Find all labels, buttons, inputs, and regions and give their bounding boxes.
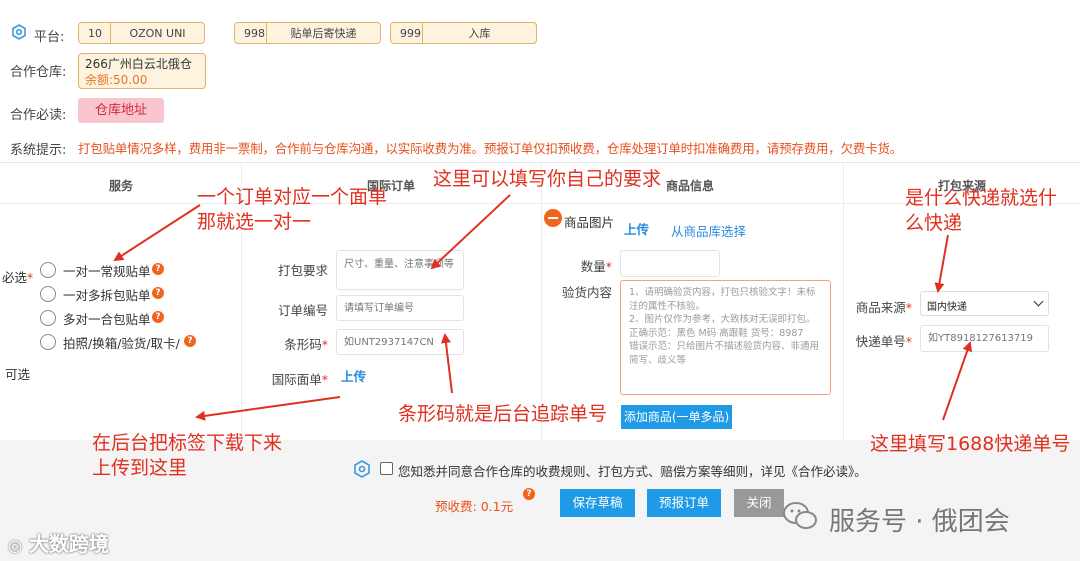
optional-label: 可选 [5, 367, 31, 382]
radio-many-to-one[interactable] [40, 310, 56, 326]
order-number-label: 订单编号 [277, 303, 328, 318]
order-number-input[interactable] [336, 295, 464, 321]
column-header-product: 商品信息 [666, 179, 715, 193]
verify-hint-line: 2、图片仅作为参考，大致核对无误即打包。 [629, 314, 816, 325]
product-image-upload-link[interactable]: 上传 [624, 219, 649, 238]
system-note-label: 系统提示: [10, 143, 67, 158]
chip-text: 贴单后寄快递 [290, 27, 357, 40]
annotation-upload-label: 在后台把标签下载下来 上传到这里 [92, 432, 283, 479]
prepaid-fee: 预收费: 0.1元 [435, 499, 514, 514]
radio-extra-services[interactable] [40, 334, 56, 350]
quantity-label: 数量* [580, 259, 612, 274]
tracking-label: 快递单号* [855, 334, 912, 349]
radio-one-to-one[interactable] [40, 262, 56, 278]
barcode-label: 条形码* [284, 337, 328, 352]
tracking-number-input[interactable] [920, 325, 1049, 352]
option-extra-services: 拍照/换箱/验货/取卡/ [63, 336, 180, 351]
quantity-input[interactable] [620, 250, 720, 277]
intl-label-upload-link[interactable]: 上传 [341, 366, 366, 385]
chip-text: 入库 [468, 27, 491, 40]
submit-order-button[interactable]: 预报订单 [647, 489, 721, 517]
chip-num: 10 [79, 23, 111, 43]
option-many-to-one: 多对一合包贴单 [63, 312, 151, 327]
annotation-express-type: 是什么快递就选什 么快递 [905, 187, 1058, 234]
verify-content-textarea[interactable]: 1、请明确验货内容，打包只核验文字！未标注的属性不核验。 2、图片仅作为参考，大… [620, 280, 831, 395]
product-image-label: 商品图片 [564, 215, 615, 230]
column-header-service: 服务 [109, 179, 134, 193]
chip-num: 998 [235, 23, 267, 43]
warehouse-label: 合作仓库: [10, 65, 67, 80]
agreement-checkbox[interactable] [380, 462, 393, 475]
platform-icon [12, 24, 26, 40]
top-band [0, 0, 1080, 18]
barcode-input[interactable] [336, 329, 464, 355]
add-product-button[interactable]: 添加商品(一单多品) [621, 405, 732, 429]
intl-label-label: 国际面单* [271, 372, 328, 387]
warehouse-balance: 余额:50.00 [85, 73, 148, 87]
source-label: 商品来源* [855, 300, 912, 315]
required-label: 必选* [2, 270, 34, 285]
collapse-icon[interactable] [544, 209, 562, 227]
source-select-value: 国内快递 [927, 302, 967, 313]
source-select[interactable]: 国内快递 [920, 291, 1049, 316]
help-icon[interactable]: ? [152, 263, 164, 275]
platform-chip-inbound[interactable]: 999 入库 [390, 22, 537, 44]
column-divider [541, 163, 542, 441]
platform-chip-ozon[interactable]: 10 OZON UNI [78, 22, 205, 44]
column-divider [843, 163, 844, 441]
must-read-label: 合作必读: [10, 108, 67, 123]
verify-hint-line: 1、请明确验货内容，打包只核验文字！未标注的属性不核验。 [629, 287, 816, 312]
chip-num: 999 [391, 23, 423, 43]
warehouse-address-button[interactable]: 仓库地址 [78, 98, 164, 123]
fee-help-icon[interactable]: ? [523, 488, 535, 500]
warehouse-card[interactable]: 266广州白云北俄仓 余额:50.00 [78, 53, 206, 89]
help-icon[interactable]: ? [152, 287, 164, 299]
option-one-to-many: 一对多拆包贴单 [63, 288, 151, 303]
chevron-down-icon [1033, 296, 1044, 307]
radio-one-to-many[interactable] [40, 286, 56, 302]
verify-hint-line: 错误示范：只给图片不描述验货内容、非通用简写、歧义等 [629, 341, 820, 366]
annotation-requirements: 这里可以填写你自己的要求 [433, 168, 662, 190]
save-draft-button[interactable]: 保存草稿 [560, 489, 635, 517]
pack-requirement-input[interactable] [336, 250, 464, 290]
system-note: 打包贴单情况多样，费用非一票制，合作前与仓库沟通，以实际收费为准。预报订单仅扣预… [78, 141, 903, 156]
verify-hint-line: 正确示范：黑色 M码 高跟鞋 货号：8987 [629, 327, 804, 339]
wechat-icon [783, 502, 817, 529]
agreement-icon [354, 460, 370, 478]
verify-label: 验货内容 [561, 285, 612, 300]
chip-text: OZON UNI [129, 26, 186, 40]
help-icon[interactable]: ? [152, 311, 164, 323]
choose-from-library-link[interactable]: 从商品库选择 [671, 221, 746, 240]
warehouse-name: 266广州白云北俄仓 [85, 57, 192, 71]
platform-label: 平台: [34, 30, 65, 45]
help-icon[interactable]: ? [184, 335, 196, 347]
watermark-left: ◎ 大数跨境 [8, 532, 109, 556]
annotation-barcode: 条形码就是后台追踪单号 [398, 403, 608, 425]
close-button[interactable]: 关闭 [734, 489, 784, 517]
annotation-one-to-one: 一个订单对应一个面单 那就选一对一 [197, 186, 388, 233]
annotation-tracking-number: 这里填写1688快递单号 [870, 433, 1071, 455]
platform-chip-express[interactable]: 998 贴单后寄快递 [234, 22, 381, 44]
pack-requirement-label: 打包要求 [277, 263, 328, 278]
option-one-to-one: 一对一常规贴单 [63, 264, 151, 279]
watermark-right: 服务号 · 俄团会 [829, 507, 1010, 537]
agreement-text: 您知悉并同意合作仓库的收费规则、打包方式、赔偿方案等细则，详见《合作必读》。 [398, 464, 867, 479]
